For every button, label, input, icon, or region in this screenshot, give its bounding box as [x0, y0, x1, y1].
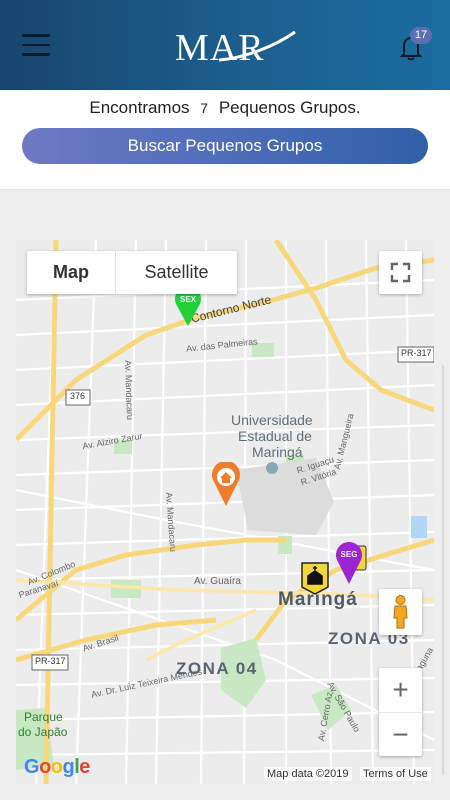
label-av-mandacaru-north: Av. Mandacaru — [123, 360, 136, 421]
church-marker-icon[interactable] — [300, 561, 330, 595]
zoom-out-button[interactable]: − — [379, 712, 422, 756]
label-parque-2: do Japão — [18, 725, 68, 739]
notification-badge: 17 — [410, 27, 432, 44]
map-base — [16, 240, 434, 784]
hamburger-menu-icon[interactable] — [22, 34, 52, 58]
label-univ-line2: Estadual de — [238, 428, 312, 444]
map-type-satellite-button[interactable]: Satellite — [116, 251, 237, 294]
label-univ-line1: Universidade — [231, 412, 313, 428]
label-av-guaira: Av. Guaíra — [194, 576, 241, 587]
marker-home-pin[interactable] — [210, 462, 242, 508]
zoom-in-button[interactable]: + — [379, 668, 422, 712]
fullscreen-icon[interactable] — [379, 251, 422, 294]
results-suffix: Pequenos Grupos. — [218, 98, 361, 117]
label-univ-line3: Maringá — [252, 444, 303, 460]
results-text: Encontramos 7 Pequenos Grupos. — [0, 98, 450, 118]
marker-seg-pin[interactable]: SEG — [334, 542, 370, 586]
app-logo: MAR — [175, 26, 299, 70]
label-pr317-b: PR-317 — [35, 656, 66, 666]
marker-sex-pin[interactable]: SEX — [172, 288, 204, 328]
zoom-control: + − — [379, 668, 422, 756]
terms-of-use-link[interactable]: Terms of Use — [360, 767, 431, 781]
map-view[interactable]: Contorno Norte Av. das Palmeiras Av. Man… — [16, 240, 434, 784]
marker-seg-label: SEG — [341, 550, 358, 559]
logo-swoosh-icon — [218, 30, 296, 62]
results-count: 7 — [200, 100, 209, 116]
map-type-map-button[interactable]: Map — [27, 251, 116, 294]
results-panel: Encontramos 7 Pequenos Grupos. Buscar Pe… — [0, 90, 450, 190]
map-type-control: Map Satellite — [27, 251, 237, 294]
map-attribution: Map data ©2019 — [264, 767, 352, 781]
search-groups-button[interactable]: Buscar Pequenos Grupos — [22, 128, 428, 164]
results-prefix: Encontramos — [89, 98, 190, 117]
label-376: 376 — [70, 391, 86, 401]
google-logo: Google — [24, 756, 90, 778]
label-pr317-a: PR-317 — [401, 348, 432, 358]
page-scrollbar[interactable] — [442, 365, 444, 775]
app-header: MAR 17 — [0, 0, 450, 90]
street-view-pegman-icon[interactable] — [379, 589, 422, 635]
label-parque-1: Parque — [24, 710, 63, 724]
marker-sex-label: SEX — [180, 295, 197, 304]
